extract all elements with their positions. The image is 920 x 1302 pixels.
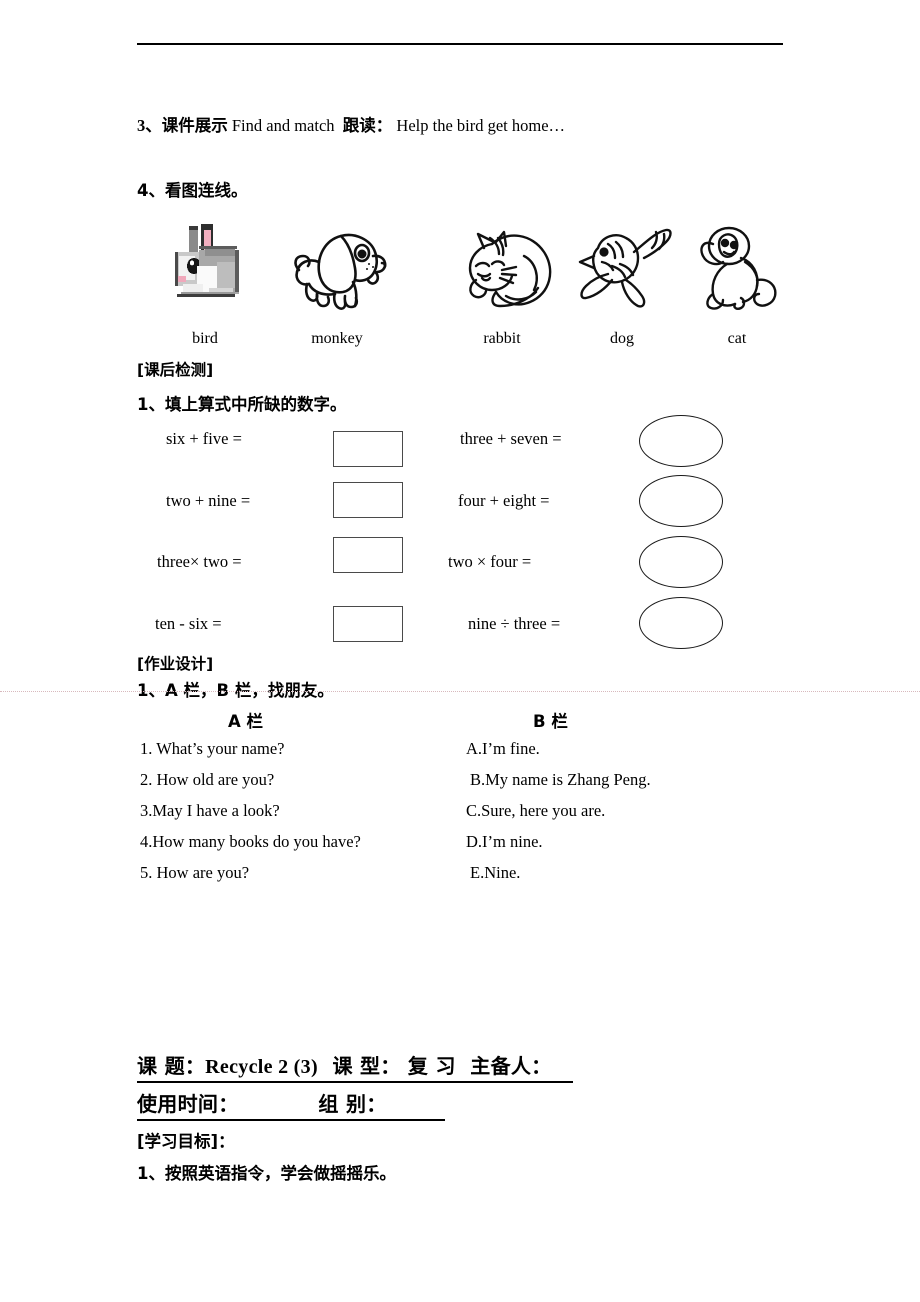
picture-match-item-2[interactable]: monkey <box>277 222 397 357</box>
column-a-item-1[interactable]: 1. What’s your name? <box>140 739 285 759</box>
picture-label-4: dog <box>610 330 634 347</box>
lesson-subject-label: 课 题： <box>137 1054 206 1078</box>
lesson-subject-underlined: 课 题：Recycle 2 (3) 课 型： 复 习 主备人： <box>137 1050 574 1083</box>
picture-match-row: bird monkey rabbit dog cat <box>137 222 797 357</box>
answer-ellipse-3[interactable] <box>639 536 723 588</box>
answer-box-2[interactable] <box>333 482 403 518</box>
header-rule <box>137 43 783 45</box>
picture-label-2: monkey <box>311 330 363 347</box>
lesson-type-label: 课 型： <box>332 1054 401 1078</box>
column-b-item-1[interactable]: A.I’m fine. <box>466 739 540 759</box>
lesson-date-label: 使用时间： <box>137 1092 239 1116</box>
activity-3-find-and-match: Find and match <box>231 116 335 135</box>
lesson-author-label: 主备人： <box>470 1054 552 1078</box>
lesson-type-value[interactable]: 复 习 <box>408 1054 456 1078</box>
column-b-heading: B 栏 <box>533 712 568 731</box>
lesson-subject-value[interactable]: Recycle 2 (3) <box>205 1056 318 1078</box>
activity-3-line: 3、课件展示 Find and match 跟读： Help the bird … <box>137 112 565 136</box>
lesson-date-row: 使用时间： 组 别： <box>137 1088 445 1121</box>
column-a-item-4[interactable]: 4.How many books do you have? <box>140 832 361 852</box>
equation-left-4: ten - six = <box>155 614 222 633</box>
picture-label-5: cat <box>727 330 747 347</box>
worksheet-page: 3、课件展示 Find and match 跟读： Help the bird … <box>0 0 920 1302</box>
activity-3-en-sentence: Help the bird get home… <box>396 116 566 135</box>
activity-3-cn-read: 跟读： <box>342 116 393 135</box>
answer-ellipse-2[interactable] <box>639 475 723 527</box>
equation-right-3: two × four = <box>448 552 532 571</box>
answer-box-1[interactable] <box>333 431 403 467</box>
post-class-test-task-1: 1、填上算式中所缺的数字。 <box>137 395 347 414</box>
activity-4-line: 4、看图连线。 <box>137 177 247 201</box>
column-b-item-5[interactable]: E.Nine. <box>470 863 520 883</box>
picture-match-item-5[interactable]: cat <box>677 222 797 357</box>
lesson-date-underlined: 使用时间： 组 别： <box>137 1088 445 1121</box>
column-a-item-2[interactable]: 2. How old are you? <box>140 770 274 790</box>
equation-right-4: nine ÷ three = <box>468 614 561 633</box>
activity-4-cn-label: 看图连线。 <box>164 181 248 200</box>
equation-right-1: three + seven = <box>460 429 562 448</box>
answer-box-3[interactable] <box>333 537 403 573</box>
column-b-item-2[interactable]: B.My name is Zhang Peng. <box>470 770 651 790</box>
cat-line-icon <box>442 222 562 317</box>
equation-left-2: two + nine = <box>166 491 251 510</box>
picture-match-item-4[interactable]: dog <box>562 222 682 357</box>
column-b-item-4[interactable]: D.I’m nine. <box>466 832 543 852</box>
picture-label-1: bird <box>192 330 218 347</box>
picture-match-item-3[interactable]: rabbit <box>442 222 562 357</box>
answer-ellipse-1[interactable] <box>639 415 723 467</box>
page-break-rule <box>0 691 920 692</box>
answer-box-4[interactable] <box>333 606 403 642</box>
column-a-item-5[interactable]: 5. How are you? <box>140 863 249 883</box>
objectives-item-1: 1、按照英语指令，学会做摇摇乐。 <box>137 1164 396 1183</box>
dog-line-icon <box>277 222 397 317</box>
picture-match-item-1[interactable]: bird <box>145 222 265 357</box>
equation-left-3: three× two = <box>157 552 242 571</box>
answer-ellipse-4[interactable] <box>639 597 723 649</box>
column-a-item-3[interactable]: 3.May I have a look? <box>140 801 280 821</box>
lesson-group-label: 组 别： <box>318 1092 387 1116</box>
equation-right-2: four + eight = <box>458 491 550 510</box>
picture-label-3: rabbit <box>483 330 521 347</box>
homework-task-1: 1、A 栏，B 栏，找朋友。 <box>137 681 334 700</box>
lesson-subject-row: 课 题：Recycle 2 (3) 课 型： 复 习 主备人： <box>137 1050 574 1083</box>
column-b-item-3[interactable]: C.Sure, here you are. <box>466 801 605 821</box>
monkey-line-icon <box>677 222 797 317</box>
equation-left-1: six + five = <box>166 429 242 448</box>
activity-4-number: 4、 <box>137 181 165 200</box>
objectives-heading: [学习目标]： <box>137 1132 235 1151</box>
homework-design-heading: [作业设计] <box>137 655 214 673</box>
column-a-heading: A 栏 <box>228 712 264 731</box>
bird-line-icon <box>562 222 682 317</box>
rabbit-photo-icon <box>145 222 265 317</box>
activity-3-cn-label: 课件展示 <box>161 116 228 135</box>
post-class-test-heading: [课后检测] <box>137 361 214 379</box>
activity-3-number: 3、 <box>137 116 162 135</box>
